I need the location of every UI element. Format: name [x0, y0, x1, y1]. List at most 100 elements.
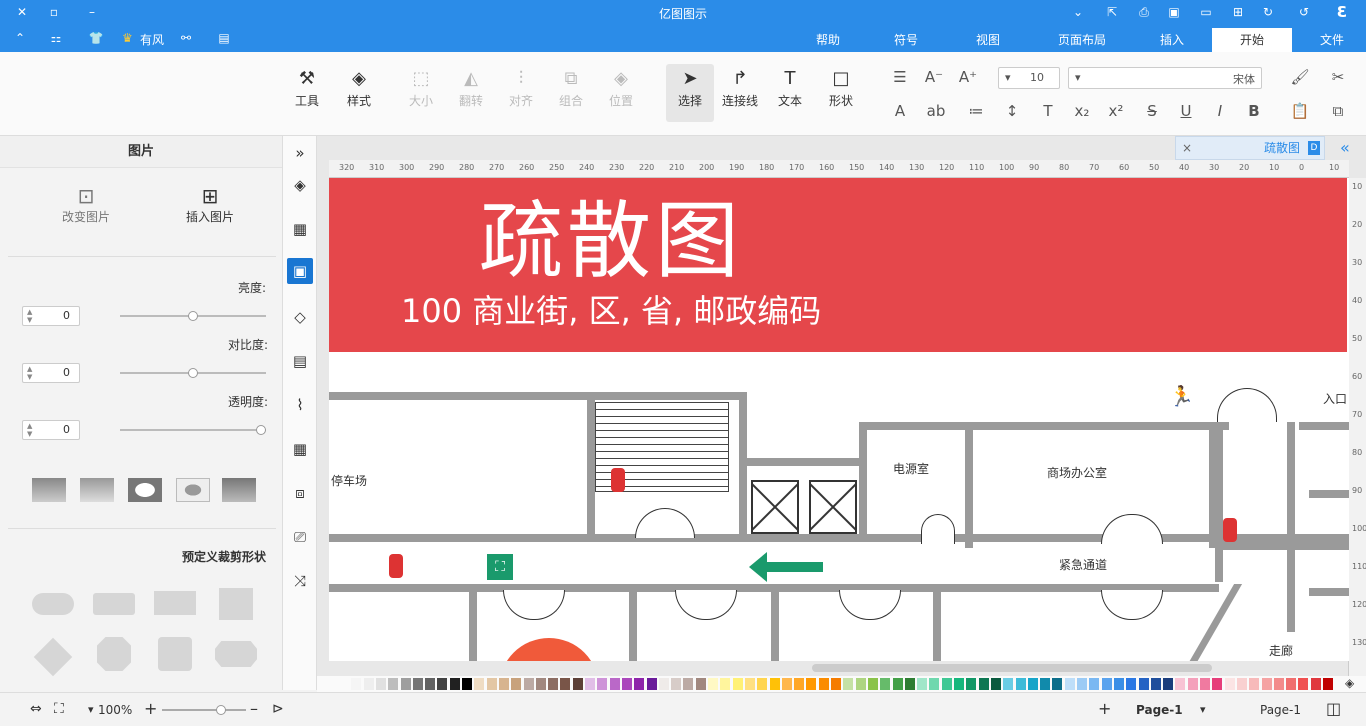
color-swatch[interactable] [511, 678, 522, 690]
text-case-icon[interactable]: ab [926, 102, 946, 120]
color-swatch[interactable] [978, 678, 989, 690]
size-button[interactable]: ⬚ 大小 [402, 66, 440, 109]
brand-label[interactable]: 有风 [140, 31, 164, 48]
tab-insert[interactable]: 插入 [1152, 28, 1192, 52]
color-swatch[interactable] [708, 678, 718, 690]
color-swatch[interactable] [781, 678, 792, 690]
color-swatch[interactable] [1236, 678, 1247, 690]
color-swatch[interactable] [695, 678, 706, 690]
share-icon[interactable]: ⚯ [178, 30, 194, 46]
color-swatch[interactable] [1212, 678, 1223, 690]
save-icon[interactable]: ▣ [1166, 4, 1182, 20]
tab-view[interactable]: 视图 [968, 28, 1008, 52]
color-swatch[interactable] [1126, 678, 1137, 690]
color-swatch[interactable] [818, 678, 829, 690]
color-swatch[interactable] [892, 678, 903, 690]
apps-icon[interactable]: ⚏ [48, 30, 64, 46]
color-swatch[interactable] [462, 678, 472, 690]
open-icon[interactable]: ▭ [1198, 4, 1214, 20]
underline-icon[interactable]: U [1176, 102, 1196, 120]
crop-shape-rounded-square[interactable] [158, 637, 192, 671]
color-swatch[interactable] [437, 678, 448, 690]
color-swatch[interactable] [486, 678, 497, 690]
image-icon[interactable]: ▣ [287, 258, 313, 284]
color-swatch[interactable] [904, 678, 915, 690]
insert-image-button[interactable]: ⊞ 插入图片 [180, 184, 240, 225]
fill-icon[interactable]: ◈ [287, 172, 313, 198]
format-painter-icon[interactable]: 🖌 [1290, 68, 1310, 86]
align-button[interactable]: ⫶ 对齐 [502, 66, 540, 109]
color-swatch[interactable] [621, 678, 632, 690]
color-swatch[interactable] [966, 678, 977, 690]
color-swatch[interactable] [806, 678, 817, 690]
color-swatch[interactable] [954, 678, 964, 690]
color-swatch[interactable] [929, 678, 940, 690]
color-swatch[interactable] [757, 678, 768, 690]
zoom-slider[interactable] [162, 705, 246, 715]
color-swatch[interactable] [585, 678, 595, 690]
crop-icon[interactable]: ⧈ [287, 480, 313, 506]
zoom-dropdown-icon[interactable]: ▾ [88, 703, 94, 716]
image-effect-1[interactable] [32, 478, 66, 502]
expand-panel-icon[interactable]: « [1340, 138, 1360, 157]
notes-icon[interactable]: ▤ [287, 348, 313, 374]
strikethrough-icon[interactable]: S [1142, 102, 1162, 120]
color-swatch[interactable] [572, 678, 583, 690]
page-panel-icon[interactable]: ◫ [1326, 699, 1341, 718]
increase-font-icon[interactable]: A⁺ [958, 68, 978, 86]
bold-icon[interactable]: B [1244, 102, 1264, 120]
new-icon[interactable]: ⊞ [1230, 4, 1246, 20]
horizontal-scrollbar[interactable] [812, 664, 1212, 672]
tools-button[interactable]: ⚒ 工具 [288, 66, 326, 109]
color-swatch[interactable] [1224, 678, 1235, 690]
zoom-out-icon[interactable]: – [250, 699, 258, 718]
tab-help[interactable]: 帮助 [808, 28, 848, 52]
tab-file[interactable]: 文件 [1312, 28, 1352, 52]
color-swatch[interactable] [1150, 678, 1161, 690]
color-swatch[interactable] [732, 678, 743, 690]
select-button[interactable]: ➤ 选择 [666, 64, 714, 122]
color-swatch[interactable] [1200, 678, 1210, 690]
color-swatch[interactable] [880, 678, 891, 690]
copy-icon[interactable]: ⧉ [1328, 102, 1348, 120]
flip-button[interactable]: ◭ 翻转 [452, 66, 490, 109]
brightness-slider[interactable] [120, 311, 266, 321]
diagram-page[interactable]: 疏散图 100 商业街, 区, 省, 邮政编码 停车场 电源室 商场办公室 紧急… [329, 178, 1349, 661]
crop-shape-rounded[interactable] [93, 593, 135, 615]
close-tab-icon[interactable]: × [1182, 137, 1192, 159]
connector-button[interactable]: ↱ 连接线 [718, 66, 762, 109]
restore-icon[interactable]: ▫ [46, 4, 62, 20]
fit-width-icon[interactable]: ⇔ [30, 701, 42, 717]
color-swatch[interactable] [1163, 678, 1174, 690]
color-swatch[interactable] [1187, 678, 1198, 690]
shape-button[interactable]: □ 形状 [822, 66, 860, 109]
tab-page-layout[interactable]: 页面布局 [1052, 28, 1112, 52]
font-family-select[interactable]: ▾ 宋体 [1068, 67, 1262, 89]
color-swatch[interactable] [1249, 678, 1260, 690]
color-swatch[interactable] [867, 678, 878, 690]
undo-icon[interactable]: ↺ [1296, 4, 1312, 20]
color-swatch[interactable] [671, 678, 682, 690]
font-color-icon[interactable]: A [890, 102, 910, 120]
color-swatch[interactable] [1040, 678, 1051, 690]
group-button[interactable]: ⧉ 组合 [552, 66, 590, 109]
zoom-level[interactable]: 100% [98, 703, 132, 717]
color-swatch[interactable] [634, 678, 645, 690]
color-swatch[interactable] [769, 678, 780, 690]
style-button[interactable]: ◈ 样式 [340, 66, 378, 109]
color-swatch[interactable] [720, 678, 731, 690]
color-swatch[interactable] [412, 678, 423, 690]
color-swatch[interactable] [388, 678, 399, 690]
color-swatch[interactable] [1298, 678, 1309, 690]
image-effect-4[interactable] [176, 478, 210, 502]
color-swatch[interactable] [375, 678, 386, 690]
color-swatch[interactable] [474, 678, 485, 690]
crop-shape-square[interactable] [219, 588, 253, 620]
image-effect-2[interactable] [80, 478, 114, 502]
export-icon[interactable]: ⇱ [1104, 4, 1120, 20]
color-swatch[interactable] [744, 678, 755, 690]
line-spacing-icon[interactable]: ↕ [1002, 102, 1022, 120]
page-select[interactable]: Page-1 [1260, 703, 1301, 717]
color-swatch[interactable] [548, 678, 559, 690]
contrast-slider[interactable] [120, 368, 266, 378]
